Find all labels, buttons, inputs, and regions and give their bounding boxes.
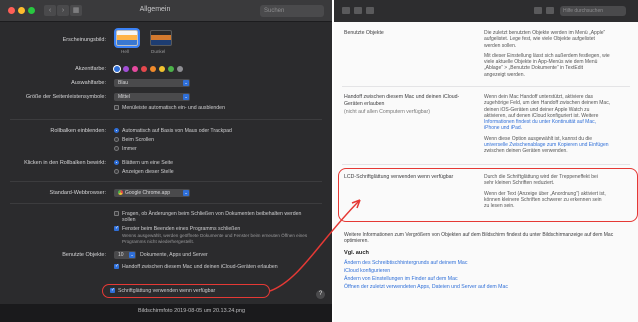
help-row-description: Wenn dein Mac Handoff unterstützt, aktiv… bbox=[484, 94, 634, 155]
show-all-grid-icon[interactable]: ▦ bbox=[70, 5, 82, 16]
help-button[interactable]: ? bbox=[316, 290, 325, 299]
highlight-annotation-right bbox=[338, 168, 638, 222]
close-window-button[interactable] bbox=[8, 7, 15, 14]
show-scrollbars-label: Rollbalken einblenden: bbox=[50, 128, 106, 134]
autohide-menubar-label: Menüleiste automatisch ein- und ausblend… bbox=[122, 105, 225, 111]
sidebar-icon-size-label: Größe der Seitenleistensymbole: bbox=[25, 94, 106, 100]
highlight-color-label: Auswahlfarbe: bbox=[71, 80, 106, 86]
forward-arrow-icon[interactable] bbox=[366, 7, 374, 14]
jump-next-page-radio[interactable] bbox=[114, 160, 119, 165]
accent-purple-swatch[interactable] bbox=[123, 66, 129, 72]
see-also-link[interactable]: Ändern des Schreibtischhintergrunds auf … bbox=[344, 260, 467, 266]
divider bbox=[342, 164, 630, 165]
forward-arrow-icon[interactable]: › bbox=[57, 5, 69, 16]
text-size-icon[interactable] bbox=[546, 7, 554, 14]
see-also-link[interactable]: Öffnen der zuletzt verwendeten Apps, Dat… bbox=[344, 284, 508, 290]
autohide-menubar-checkbox[interactable] bbox=[114, 105, 119, 110]
jump-next-page-label: Blättern um eine Seite bbox=[122, 160, 174, 166]
sidebar-icon-size-popup[interactable]: Mittel ⌄ bbox=[114, 93, 190, 101]
popup-chevron-icon: ⌄ bbox=[183, 80, 189, 86]
help-row-title: Handoff zwischen diesem Mac und deinen i… bbox=[344, 94, 460, 107]
appearance-light-option[interactable] bbox=[116, 30, 138, 46]
handoff-checkbox[interactable] bbox=[114, 263, 119, 269]
close-windows-quit-checkbox[interactable] bbox=[114, 225, 119, 231]
accent-pink-swatch[interactable] bbox=[132, 66, 138, 72]
ask-keep-changes-label: Fragen, ob Änderungen beim Schließen von… bbox=[122, 211, 302, 223]
accent-graphite-swatch[interactable] bbox=[177, 66, 183, 72]
back-arrow-icon[interactable] bbox=[354, 7, 362, 14]
accent-color-label: Akzentfarbe: bbox=[75, 66, 106, 72]
title-bar: ‹ › ▦ Allgemein Suchen bbox=[0, 0, 332, 22]
back-arrow-icon[interactable]: ‹ bbox=[44, 5, 56, 16]
jump-spot-clicked-radio[interactable] bbox=[114, 169, 119, 174]
sidebar-icon-size-value: Mittel bbox=[118, 94, 130, 100]
recent-items-value: 10 bbox=[118, 252, 124, 258]
highlight-color-popup[interactable]: Blau ⌄ bbox=[114, 79, 190, 87]
help-text-line: zwischen deinen Geräten verwenden. bbox=[484, 148, 568, 155]
appearance-dark-label: Dunkel bbox=[151, 49, 166, 54]
help-viewer-window: Hilfe durchsuchen Benutzte Objekte Die z… bbox=[334, 0, 638, 322]
divider bbox=[10, 119, 322, 120]
help-text-line: angezeigt werden. bbox=[484, 71, 525, 78]
preferences-window: ‹ › ▦ Allgemein Suchen Erscheinungsbild:… bbox=[0, 0, 332, 322]
scrollbars-when-scrolling-radio[interactable] bbox=[114, 137, 119, 142]
desktop-file-name[interactable]: Bildschirmfoto 2019-08-05 um 20.13.24.pn… bbox=[138, 308, 245, 314]
scrollbars-automatic-label: Automatisch auf Basis von Maus oder Trac… bbox=[122, 128, 232, 134]
appearance-light-label: Hell bbox=[121, 49, 129, 54]
share-icon[interactable] bbox=[534, 7, 542, 14]
screenshot-stage: ‹ › ▦ Allgemein Suchen Erscheinungsbild:… bbox=[0, 0, 638, 322]
accent-yellow-swatch[interactable] bbox=[159, 66, 165, 72]
ask-keep-changes-checkbox[interactable] bbox=[114, 211, 119, 216]
chrome-app-icon bbox=[118, 190, 123, 195]
help-row-note: (nicht auf allen Computern verfügbar) bbox=[344, 109, 430, 115]
accent-blue-swatch[interactable] bbox=[114, 66, 120, 72]
scrollbars-automatic-radio[interactable] bbox=[114, 128, 119, 133]
default-browser-popup[interactable]: Google Chrome.app ⌄ bbox=[114, 189, 190, 197]
accent-red-swatch[interactable] bbox=[141, 66, 147, 72]
sidebar-toggle-icon[interactable] bbox=[342, 7, 350, 14]
jump-spot-clicked-label: Anzeigen dieser Stelle bbox=[122, 169, 174, 175]
appearance-dark-option[interactable] bbox=[150, 30, 172, 46]
help-search-input[interactable]: Hilfe durchsuchen bbox=[560, 6, 626, 16]
help-toolbar: Hilfe durchsuchen bbox=[334, 0, 638, 22]
divider bbox=[10, 181, 322, 182]
minimize-window-button[interactable] bbox=[18, 7, 25, 14]
default-browser-value: Google Chrome.app bbox=[125, 190, 171, 196]
window-title: Allgemein bbox=[139, 6, 171, 13]
appearance-label: Erscheinungsbild: bbox=[62, 37, 106, 43]
see-also-link[interactable]: iCloud konfigurieren bbox=[344, 268, 390, 274]
popup-chevron-icon: ⌄ bbox=[129, 252, 135, 258]
close-windows-quit-label: Fenster beim Beenden eines Programms sch… bbox=[122, 226, 241, 232]
recent-items-suffix: Dokumente, Apps und Server bbox=[140, 252, 208, 258]
accent-orange-swatch[interactable] bbox=[150, 66, 156, 72]
popup-chevron-icon: ⌄ bbox=[183, 190, 189, 196]
scrollbars-always-label: Immer bbox=[122, 146, 137, 152]
accent-green-swatch[interactable] bbox=[168, 66, 174, 72]
search-input[interactable]: Suchen bbox=[260, 5, 324, 17]
handoff-label: Handoff zwischen diesem Mac und deinen i… bbox=[122, 264, 278, 270]
see-also-heading: Vgl. auch bbox=[344, 250, 369, 256]
highlight-color-value: Blau bbox=[118, 80, 129, 86]
close-windows-quit-description: Wenns ausgewählt, werden geöffnete Dokum… bbox=[122, 233, 308, 244]
see-also-link[interactable]: Ändern von Einstellungen im Finder auf d… bbox=[344, 276, 458, 282]
scrollbars-when-scrolling-label: Beim Scrollen bbox=[122, 137, 155, 143]
default-browser-label: Standard-Webbrowser: bbox=[49, 190, 106, 196]
recent-items-popup[interactable]: 10 ⌄ bbox=[114, 251, 136, 259]
zoom-window-button[interactable] bbox=[28, 7, 35, 14]
help-row-title: Benutzte Objekte bbox=[344, 30, 384, 36]
popup-chevron-icon: ⌄ bbox=[183, 94, 189, 100]
help-row-description: Die zuletzt benutzten Objekte werden im … bbox=[484, 30, 634, 78]
more-info-text: Weitere Informationen zum Vergrößern von… bbox=[344, 232, 614, 245]
divider bbox=[10, 203, 322, 204]
highlight-annotation-left bbox=[102, 284, 270, 298]
recent-items-label: Benutzte Objekte: bbox=[62, 252, 106, 258]
click-scrollbar-label: Klicken in den Rollbalken bewirkt: bbox=[24, 160, 106, 166]
scrollbars-always-radio[interactable] bbox=[114, 146, 119, 151]
help-content: Benutzte Objekte Die zuletzt benutzten O… bbox=[334, 22, 638, 322]
divider bbox=[342, 86, 630, 87]
